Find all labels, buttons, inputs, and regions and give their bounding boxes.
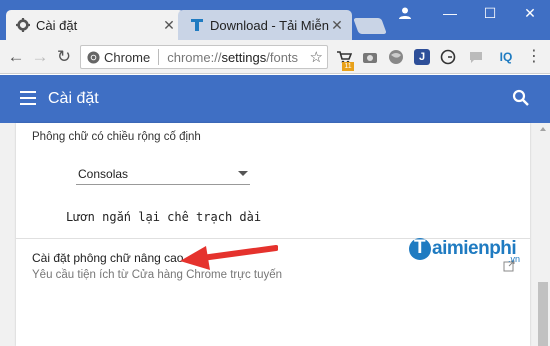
- fixed-width-font-label: Phông chữ có chiều rộng cố định: [32, 131, 201, 143]
- address-bar[interactable]: Chrome chrome://settings/fonts ☆: [80, 45, 328, 69]
- omnibox-divider: [158, 49, 160, 65]
- profile-icon[interactable]: [398, 6, 412, 20]
- iq-icon[interactable]: IQ: [496, 49, 516, 65]
- bookmark-star-icon[interactable]: ☆: [310, 48, 323, 66]
- tab-download[interactable]: Download - Tải Miễn Phí ✕: [178, 10, 352, 40]
- advanced-font-settings-link[interactable]: Cài đặt phông chữ nâng cao: [32, 251, 183, 265]
- font-sample-text: Lươn ngắn lại chê trạch dài: [66, 210, 262, 224]
- tab-settings[interactable]: Cài đặt ✕: [6, 10, 184, 40]
- chrome-icon: [87, 50, 100, 64]
- taimienphi-watermark-logo: T aimienphi .vn: [408, 236, 532, 264]
- back-icon[interactable]: ←: [6, 47, 26, 67]
- close-window-icon[interactable]: ✕: [510, 0, 550, 26]
- logo-initial: T: [414, 237, 426, 258]
- camera-icon[interactable]: [362, 49, 378, 65]
- logo-brand-text: aimienphi: [432, 238, 517, 259]
- minimize-icon[interactable]: —: [430, 0, 470, 26]
- url-text[interactable]: chrome://settings/fonts: [167, 50, 298, 65]
- site-label: Chrome: [104, 49, 151, 65]
- maximize-icon[interactable]: ☐: [470, 0, 510, 26]
- scrollbar-thumb[interactable]: [538, 282, 548, 346]
- fixed-width-font-value: Consolas: [78, 166, 129, 181]
- browser-toolbar: ← → ↻ Chrome chrome://settings/fonts ☆ 1…: [0, 40, 550, 74]
- close-icon[interactable]: ✕: [330, 17, 344, 34]
- chat-icon[interactable]: [468, 49, 484, 65]
- gear-icon: [16, 18, 30, 32]
- dropdown-arrow-icon: [238, 171, 248, 176]
- window-controls: — ☐ ✕: [430, 0, 550, 26]
- logo-tld-text: .vn: [508, 254, 521, 264]
- tab-download-label: Download - Tải Miễn Phí: [210, 17, 330, 33]
- globe-icon[interactable]: [388, 49, 404, 65]
- search-icon[interactable]: [512, 89, 530, 107]
- hamburger-menu-icon[interactable]: [20, 91, 36, 105]
- new-tab-button[interactable]: [353, 18, 387, 34]
- more-menu-icon[interactable]: ⋮: [524, 47, 544, 67]
- settings-header: Cài đặt: [0, 75, 550, 123]
- red-arrow-annotation: [180, 245, 278, 270]
- forward-icon[interactable]: →: [30, 47, 50, 67]
- tab-settings-label: Cài đặt: [36, 17, 78, 33]
- close-icon[interactable]: ✕: [162, 17, 176, 34]
- scroll-up-arrow-icon[interactable]: [540, 127, 546, 131]
- reload-icon[interactable]: ↻: [54, 47, 74, 67]
- taimienphi-favicon-icon: [191, 19, 203, 31]
- j-extension-icon[interactable]: J: [414, 49, 430, 65]
- timer-icon[interactable]: [440, 49, 456, 65]
- fixed-width-font-select[interactable]: Consolas: [76, 163, 250, 185]
- extension-badge: 11: [342, 62, 354, 71]
- page-title: Cài đặt: [48, 90, 99, 107]
- fonts-settings-card: [16, 123, 530, 346]
- tab-strip: Cài đặt ✕ Download - Tải Miễn Phí ✕ — ☐ …: [0, 0, 550, 40]
